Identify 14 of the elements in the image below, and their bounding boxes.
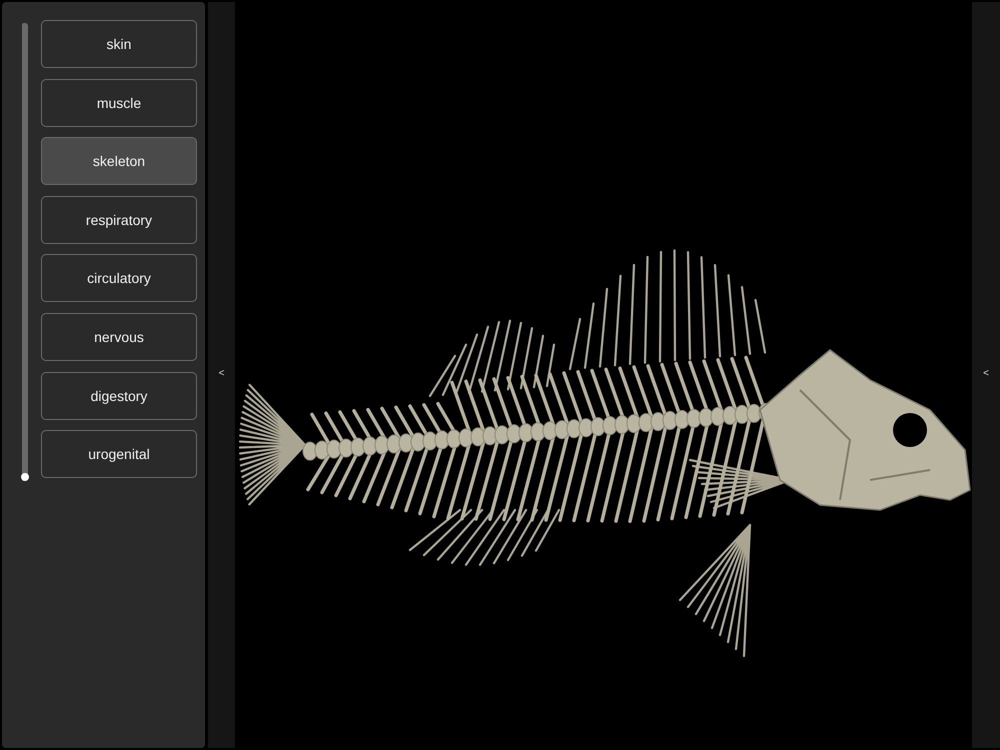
layer-button[interactable]: digestory [41, 372, 197, 420]
layer-button[interactable]: nervous [41, 312, 197, 361]
layer-button[interactable]: urogenital [41, 430, 197, 478]
layer-button[interactable]: circulatory [41, 254, 197, 302]
slider-thumb[interactable] [21, 473, 29, 481]
slider-track[interactable] [21, 23, 28, 481]
expand-handle[interactable]: < [983, 369, 989, 379]
layer-button[interactable]: skeleton [41, 137, 197, 186]
right-handle-strip[interactable]: < [972, 2, 1000, 748]
collapse-handle[interactable]: < [218, 369, 224, 379]
layer-button[interactable]: muscle [41, 78, 197, 127]
left-handle-strip[interactable]: < [208, 2, 235, 748]
layer-button[interactable]: skin [41, 20, 197, 68]
layer-button[interactable]: respiratory [41, 196, 197, 244]
